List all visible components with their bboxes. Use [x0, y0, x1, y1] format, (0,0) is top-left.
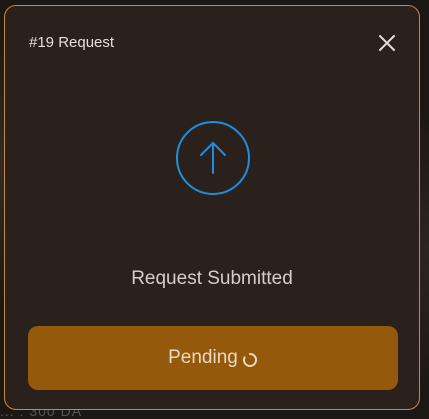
- spinner-icon: [242, 352, 257, 367]
- pending-button[interactable]: Pending: [28, 326, 398, 390]
- close-icon: [379, 35, 395, 51]
- arrow-up-circle-icon: [176, 121, 250, 195]
- pending-button-label: Pending: [168, 347, 238, 368]
- status-text: Request Submitted: [131, 268, 293, 289]
- modal-title: #19 Request: [29, 34, 115, 51]
- request-modal: #19 Request Request Submitted Pending: [4, 5, 420, 410]
- close-button[interactable]: [377, 33, 397, 53]
